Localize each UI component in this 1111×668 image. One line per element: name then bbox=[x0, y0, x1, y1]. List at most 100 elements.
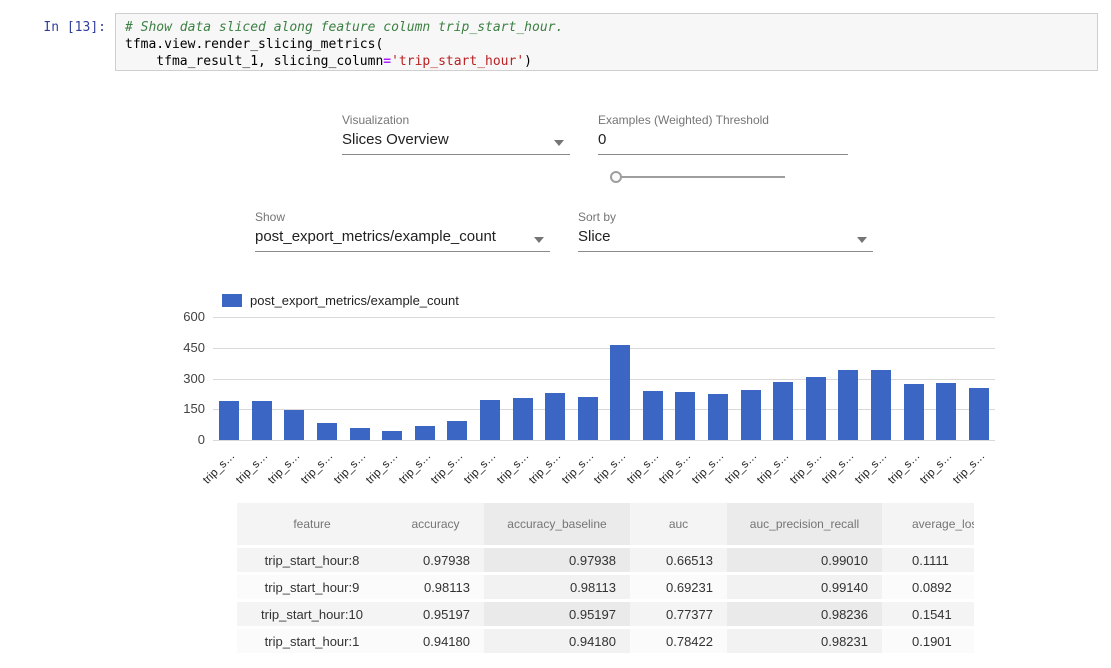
y-axis-tick-label: 0 bbox=[163, 432, 205, 447]
feature-cell: trip_start_hour:8 bbox=[237, 548, 387, 572]
cell-input-prompt: In [13]: bbox=[30, 20, 106, 35]
bar bbox=[317, 423, 337, 440]
metrics-table-body: trip_start_hour:80.979380.979380.665130.… bbox=[237, 548, 974, 653]
sort-by-select[interactable]: Slice bbox=[578, 226, 873, 252]
chart-plot bbox=[213, 317, 995, 440]
show-metric-select-value: post_export_metrics/example_count bbox=[255, 228, 496, 245]
chevron-down-icon bbox=[857, 237, 867, 243]
table-header-cell: auc_precision_recall bbox=[727, 503, 882, 545]
feature-cell: trip_start_hour:10 bbox=[237, 602, 387, 626]
bar bbox=[447, 421, 467, 440]
metric-cell: 0.98236 bbox=[727, 602, 882, 626]
metric-cell: 0.97938 bbox=[484, 548, 630, 572]
table-row: trip_start_hour:90.981130.981130.692310.… bbox=[237, 575, 974, 599]
bar bbox=[480, 400, 500, 440]
show-label: Show bbox=[255, 210, 285, 224]
threshold-slider-track[interactable] bbox=[618, 176, 785, 178]
metrics-table-container: featureaccuracyaccuracy_baselineaucauc_p… bbox=[237, 500, 974, 668]
bar bbox=[284, 410, 304, 440]
table-header-cell: auc bbox=[630, 503, 727, 545]
chart-x-axis: trip_s…trip_s…trip_s…trip_s…trip_s…trip_… bbox=[213, 444, 1013, 484]
bar bbox=[219, 401, 239, 440]
bar bbox=[610, 345, 630, 440]
table-header-cell: accuracy_baseline bbox=[484, 503, 630, 545]
code-string: 'trip_start_hour' bbox=[391, 54, 524, 69]
notebook-page: In [13]: # Show data sliced along featur… bbox=[0, 0, 1111, 668]
gridline bbox=[213, 317, 995, 318]
metric-cell: 0.99140 bbox=[727, 575, 882, 599]
bar bbox=[252, 401, 272, 440]
metric-cell: 0.66513 bbox=[630, 548, 727, 572]
legend-label: post_export_metrics/example_count bbox=[250, 293, 459, 308]
threshold-label: Examples (Weighted) Threshold bbox=[598, 113, 769, 127]
bar bbox=[675, 392, 695, 440]
table-header-cell: average_los bbox=[882, 503, 974, 545]
metric-cell: 0.69231 bbox=[630, 575, 727, 599]
metric-cell: 0.98231 bbox=[727, 629, 882, 653]
bar bbox=[545, 393, 565, 440]
code-cell[interactable]: # Show data sliced along feature column … bbox=[115, 13, 1098, 71]
chevron-down-icon bbox=[554, 140, 564, 146]
threshold-value: 0 bbox=[598, 131, 606, 148]
table-row: trip_start_hour:100.951970.951970.773770… bbox=[237, 602, 974, 626]
bar bbox=[838, 370, 858, 440]
metric-cell: 0.95197 bbox=[387, 602, 484, 626]
threshold-slider-knob[interactable] bbox=[610, 171, 622, 183]
chevron-down-icon bbox=[534, 237, 544, 243]
visualization-select-value: Slices Overview bbox=[342, 131, 449, 148]
code-comment: # Show data sliced along feature column … bbox=[125, 20, 563, 35]
show-metric-select[interactable]: post_export_metrics/example_count bbox=[255, 226, 550, 252]
gridline bbox=[213, 348, 995, 349]
metrics-table-head-row: featureaccuracyaccuracy_baselineaucauc_p… bbox=[237, 503, 974, 545]
code-editor[interactable]: # Show data sliced along feature column … bbox=[116, 14, 1097, 75]
metric-cell: 0.1541 bbox=[882, 602, 974, 626]
bar bbox=[350, 428, 370, 440]
bar bbox=[904, 384, 924, 440]
bar bbox=[382, 431, 402, 440]
metric-cell: 0.94180 bbox=[484, 629, 630, 653]
code-operator: = bbox=[383, 54, 391, 69]
metric-cell: 0.99010 bbox=[727, 548, 882, 572]
code-paren: ) bbox=[524, 54, 532, 69]
metric-cell: 0.1901 bbox=[882, 629, 974, 653]
sort-by-select-value: Slice bbox=[578, 228, 611, 245]
threshold-input[interactable]: 0 bbox=[598, 129, 848, 155]
y-axis-tick-label: 300 bbox=[163, 371, 205, 386]
metric-cell: 0.98113 bbox=[387, 575, 484, 599]
bar bbox=[415, 426, 435, 440]
bar bbox=[643, 391, 663, 440]
table-header-cell: feature bbox=[237, 503, 387, 545]
metric-cell: 0.98113 bbox=[484, 575, 630, 599]
metric-cell: 0.1111 bbox=[882, 548, 974, 572]
bar bbox=[936, 383, 956, 440]
bar bbox=[969, 388, 989, 440]
bar bbox=[806, 377, 826, 440]
chart-y-axis: 6004503001500 bbox=[163, 317, 205, 447]
bar bbox=[871, 370, 891, 440]
y-axis-tick-label: 600 bbox=[163, 309, 205, 324]
feature-cell: trip_start_hour:1 bbox=[237, 629, 387, 653]
y-axis-tick-label: 150 bbox=[163, 401, 205, 416]
bar bbox=[773, 382, 793, 440]
gridline bbox=[213, 440, 995, 441]
legend-swatch bbox=[222, 294, 242, 307]
metric-cell: 0.94180 bbox=[387, 629, 484, 653]
metric-cell: 0.95197 bbox=[484, 602, 630, 626]
bar bbox=[513, 398, 533, 440]
metric-cell: 0.77377 bbox=[630, 602, 727, 626]
metric-cell: 0.97938 bbox=[387, 548, 484, 572]
metric-cell: 0.78422 bbox=[630, 629, 727, 653]
metrics-table: featureaccuracyaccuracy_baselineaucauc_p… bbox=[237, 500, 974, 656]
bar bbox=[578, 397, 598, 440]
bar bbox=[708, 394, 728, 440]
table-row: trip_start_hour:10.941800.941800.784220.… bbox=[237, 629, 974, 653]
code-line: tfma_result_1, slicing_column bbox=[125, 54, 383, 69]
bar bbox=[741, 390, 761, 440]
visualization-label: Visualization bbox=[342, 113, 409, 127]
metric-cell: 0.0892 bbox=[882, 575, 974, 599]
table-header-cell: accuracy bbox=[387, 503, 484, 545]
visualization-select[interactable]: Slices Overview bbox=[342, 129, 570, 155]
code-line: tfma.view.render_slicing_metrics( bbox=[125, 37, 383, 52]
y-axis-tick-label: 450 bbox=[163, 340, 205, 355]
table-row: trip_start_hour:80.979380.979380.665130.… bbox=[237, 548, 974, 572]
